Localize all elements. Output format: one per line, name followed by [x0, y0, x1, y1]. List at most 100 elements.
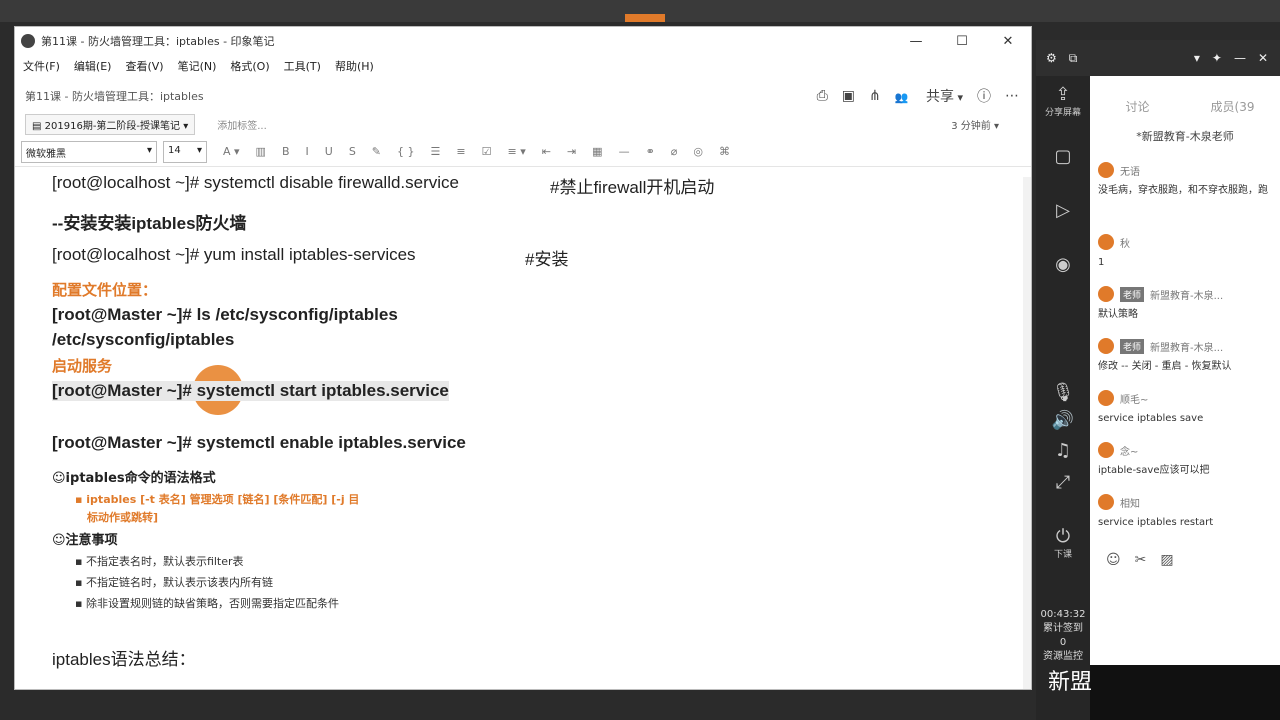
align-icon[interactable]: ≡ ▾: [507, 145, 525, 158]
more-icon[interactable]: ⋯: [1005, 88, 1019, 104]
share-label: 共享: [925, 89, 954, 105]
link-icon[interactable]: ⚭: [646, 145, 655, 158]
format-toolbar: 微软雅黑 ▾ 14 ▾ A ▾ ▥ B I U S ✎ { } ☰ ≡ ☑ ≡ ▾ …: [15, 137, 1031, 167]
app-icon: [21, 34, 35, 48]
fullscreen-icon[interactable]: ⤢: [1036, 472, 1090, 493]
text-color-icon[interactable]: A ▾: [223, 145, 240, 158]
menu-note[interactable]: 笔记(N): [178, 58, 217, 74]
config-path: /etc/sysconfig/iptables: [52, 330, 235, 349]
sender: 新盟教育-木泉...: [1150, 290, 1224, 302]
cmd-start-iptables: [root@Master ~]# systemctl start iptable…: [52, 381, 449, 401]
avatar: [1098, 442, 1114, 458]
chat-tools: ☺ ✂ ▨: [1106, 552, 1188, 568]
panel-header: ⚙ ⧉ ▾ ✦ — ✕: [1036, 40, 1280, 76]
info-icon[interactable]: ⓘ: [977, 86, 991, 106]
whiteboard-icon[interactable]: ▢: [1036, 146, 1090, 167]
teacher-name: *新盟教育-木泉老师: [1136, 130, 1234, 143]
chat-message: 老师 新盟教育-木泉... 修改 -- 关闭 - 重启 - 恢复默认: [1098, 338, 1274, 374]
music-icon[interactable]: ♫: [1036, 440, 1090, 461]
comment-install: #安装: [525, 250, 569, 269]
print-icon[interactable]: ⎙: [817, 88, 828, 104]
avatar: [1098, 494, 1114, 510]
bullet-list-icon[interactable]: ☰: [431, 145, 441, 158]
classroom-panel: ⚙ ⧉ ▾ ✦ — ✕ ⇪ 分享屏幕 ▢ ▷ ◉ 🎙 🔊 ♫ ⤢ ⏻ 下课 讨论 成…: [1036, 40, 1280, 720]
chat-message: 念~ iptable-save应该可以把: [1098, 442, 1274, 478]
share-button[interactable]: 👥 共享 ▾: [895, 86, 963, 106]
speaker-icon[interactable]: 🔊: [1036, 410, 1090, 431]
sender: 新盟教育-木泉...: [1150, 342, 1224, 354]
minimize-icon[interactable]: —: [1234, 51, 1246, 65]
window-icon[interactable]: ⧉: [1069, 51, 1078, 66]
top-strip: [0, 0, 1280, 22]
font-select[interactable]: 微软雅黑 ▾: [21, 140, 157, 163]
indent-icon[interactable]: ⇤: [542, 145, 551, 158]
menu-tools[interactable]: 工具(T): [284, 58, 321, 74]
tab-discuss[interactable]: 讨论: [1090, 76, 1185, 126]
signin-label: 累计签到: [1043, 623, 1083, 634]
italic-icon[interactable]: I: [306, 145, 309, 158]
message-text: 没毛病，穿衣服跑，和不穿衣服跑，跑: [1098, 185, 1268, 196]
avatar: [1098, 338, 1114, 354]
emoji-icon[interactable]: ☺: [1106, 552, 1121, 568]
notebook-selector[interactable]: ▤ 201916期-第二阶段-授课笔记 ▾: [25, 113, 196, 135]
settings-icon[interactable]: ⚙: [1046, 51, 1057, 65]
menu-view[interactable]: 查看(V): [125, 58, 163, 74]
class-timer: 00:43:32: [1040, 609, 1086, 620]
end-class-button[interactable]: ⏻ 下课: [1036, 526, 1090, 560]
menu-file[interactable]: 文件(F): [23, 58, 60, 74]
code-icon[interactable]: { }: [397, 145, 415, 158]
scrollbar[interactable]: [1023, 177, 1031, 689]
sender: 顺毛~: [1120, 394, 1149, 406]
share-screen-button[interactable]: ⇪ 分享屏幕: [1036, 84, 1090, 118]
notebook-bar: ▤ 201916期-第二阶段-授课笔记 ▾ 添加标签... 3 分钟前 ▾: [15, 111, 1031, 137]
more-format-icon[interactable]: ⌘: [719, 145, 730, 158]
pin-icon[interactable]: ✦: [1212, 51, 1222, 65]
video-icon[interactable]: ▷: [1036, 200, 1090, 221]
pen-icon[interactable]: ✎: [372, 145, 381, 158]
table-icon[interactable]: ▦: [592, 145, 602, 158]
window-title: 第11课 - 防火墙管理工具：iptables - 印象笔记: [41, 35, 275, 48]
size-select[interactable]: 14 ▾: [163, 140, 207, 163]
avatar: [1098, 286, 1114, 302]
end-class-icon: ⏻: [1055, 526, 1071, 547]
record-icon[interactable]: ◎: [693, 145, 703, 158]
note-item: ▪ 不指定链名时，默认表示该表内所有链: [75, 576, 273, 589]
tag-input[interactable]: 添加标签...: [217, 117, 267, 132]
checkbox-icon[interactable]: ☑: [482, 145, 492, 158]
evernote-window: 第11课 - 防火墙管理工具：iptables - 印象笔记 — ☐ ✕ 文件(…: [14, 26, 1032, 690]
outdent-icon[interactable]: ⇥: [567, 145, 576, 158]
panel-tabs: 讨论 成员(39: [1090, 76, 1280, 126]
highlight-icon[interactable]: ▥: [256, 145, 266, 158]
numbered-list-icon[interactable]: ≡: [456, 145, 465, 158]
tab-members[interactable]: 成员(39: [1185, 76, 1280, 126]
image-icon[interactable]: ▨: [1160, 552, 1173, 568]
attach-icon[interactable]: ⌀: [671, 145, 678, 158]
bold-icon[interactable]: B: [282, 145, 290, 158]
underline-icon[interactable]: U: [325, 145, 333, 158]
maximize-button[interactable]: ☐: [939, 34, 985, 49]
divider-icon[interactable]: —: [619, 145, 630, 158]
cmd-ls-config: [root@Master ~]# ls /etc/sysconfig/iptab…: [52, 305, 398, 324]
scissors-icon[interactable]: ✂: [1135, 552, 1147, 568]
config-location-label: 配置文件位置：: [52, 282, 158, 299]
close-button[interactable]: ✕: [985, 34, 1031, 49]
note-body[interactable]: [root@localhost ~]# systemctl disable fi…: [15, 167, 1031, 687]
heading-install: --安装安装iptables防火墙: [52, 214, 247, 233]
menu-edit[interactable]: 编辑(E): [74, 58, 112, 74]
camera-icon[interactable]: ◉: [1036, 254, 1090, 275]
share-icon[interactable]: ⋔: [869, 88, 881, 104]
avatar: [1098, 162, 1114, 178]
present-icon[interactable]: ▣: [842, 88, 855, 104]
start-service-label: 启动服务: [52, 358, 113, 375]
chat-message: 秋 1: [1098, 234, 1274, 270]
sender: 相知: [1120, 498, 1140, 510]
mic-icon[interactable]: 🎙: [1036, 382, 1090, 403]
strikethrough-icon[interactable]: S: [349, 145, 356, 158]
avatar: [1098, 390, 1114, 406]
close-icon[interactable]: ✕: [1258, 51, 1268, 65]
syntax-heading: ☺iptables命令的语法格式: [52, 471, 216, 486]
menu-help[interactable]: 帮助(H): [335, 58, 374, 74]
minimize-button[interactable]: —: [893, 34, 939, 49]
menu-format[interactable]: 格式(O): [230, 58, 269, 74]
collapse-icon[interactable]: ▾: [1194, 51, 1200, 65]
